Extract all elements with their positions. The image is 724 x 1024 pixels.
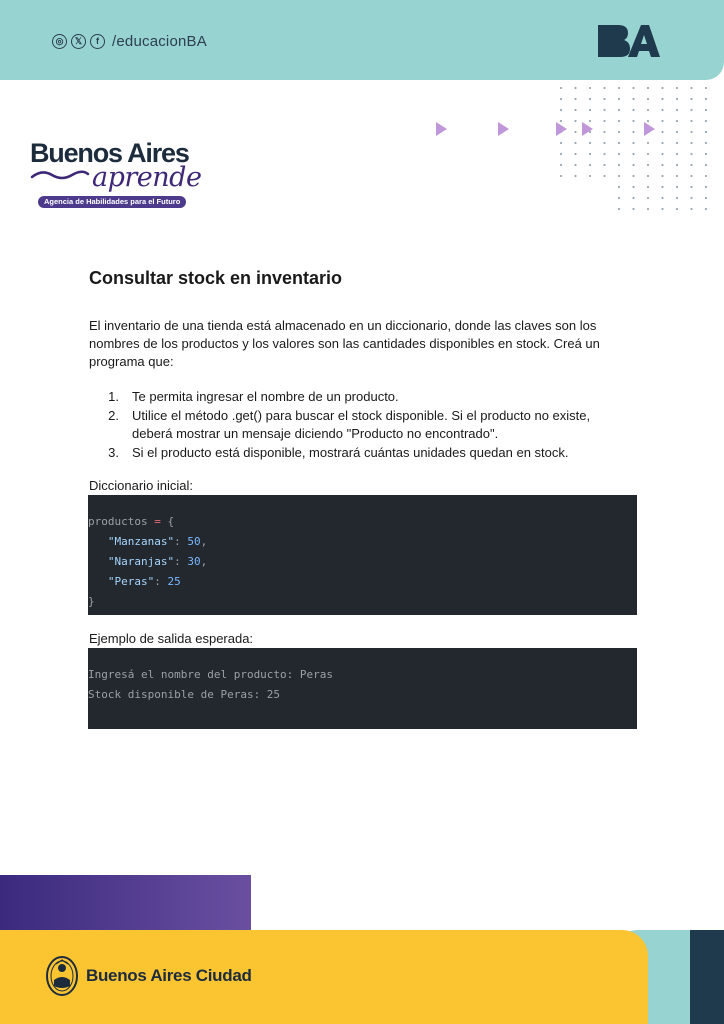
code-block-dictionary: productos = { "Manzanas": 50, "Naranjas"… [88, 495, 637, 615]
intro-paragraph: El inventario de una tienda está almacen… [89, 318, 600, 369]
facebook-icon[interactable]: f [90, 33, 105, 49]
code-line: productos = { [88, 515, 175, 528]
list-number: 1. [108, 389, 119, 404]
purple-band-decoration [0, 875, 251, 931]
code-line: "Naranjas": 30, [107, 555, 208, 568]
social-links: ◎ 𝕏 f /educacionBA [52, 31, 207, 51]
steps-list: 1. Te permita ingresar el nombre de un p… [89, 388, 629, 463]
code-line: } [88, 595, 95, 608]
city-seal-icon [46, 956, 78, 996]
dot-pattern-decoration [559, 86, 708, 211]
list-number: 3. [108, 445, 119, 460]
brand-script: aprende [92, 162, 202, 193]
list-item: 1. Te permita ingresar el nombre de un p… [89, 388, 629, 406]
page-title: Consultar stock en inventario [89, 268, 343, 288]
arrow-decoration-icon [436, 122, 447, 136]
code-block-output: Ingresá el nombre del producto: Peras St… [88, 648, 637, 729]
list-text: Utilice el método .get() para buscar el … [132, 408, 591, 441]
output-line: Ingresá el nombre del producto: Peras [88, 668, 334, 681]
output-line: Stock disponible de Peras: 25 [88, 688, 281, 701]
arrow-decoration-icon [582, 122, 593, 136]
arrow-decoration-icon [498, 122, 509, 136]
list-item: 2. Utilice el método .get() para buscar … [89, 407, 629, 443]
brand-wave-icon [30, 170, 90, 180]
ba-logo [598, 25, 660, 57]
list-text: Si el producto está disponible, mostrará… [132, 445, 569, 460]
header-banner: ◎ 𝕏 f /educacionBA [0, 0, 724, 80]
code-line: "Manzanas": 50, [107, 535, 208, 548]
brand-tagline: Agencia de Habilidades para el Futuro [38, 196, 187, 208]
arrow-decoration-icon [644, 122, 655, 136]
list-number: 2. [108, 408, 119, 423]
city-name: Buenos Aires Ciudad [86, 966, 252, 985]
list-text: Te permita ingresar el nombre de un prod… [132, 389, 399, 404]
buenos-aires-aprende-logo: Buenos Aires aprende Agencia de Habilida… [30, 138, 230, 213]
instagram-icon[interactable]: ◎ [52, 33, 67, 49]
buenos-aires-ciudad-logo: Buenos Aires Ciudad [46, 956, 252, 996]
arrow-decoration-icon [556, 122, 567, 136]
x-icon[interactable]: 𝕏 [71, 33, 86, 49]
output-label: Ejemplo de salida esperada: [89, 631, 254, 646]
dict-label: Diccionario inicial: [89, 478, 194, 493]
list-item: 3. Si el producto está disponible, mostr… [89, 444, 629, 462]
code-line: "Peras": 25 [107, 575, 181, 588]
social-handle: /educacionBA [112, 32, 207, 50]
